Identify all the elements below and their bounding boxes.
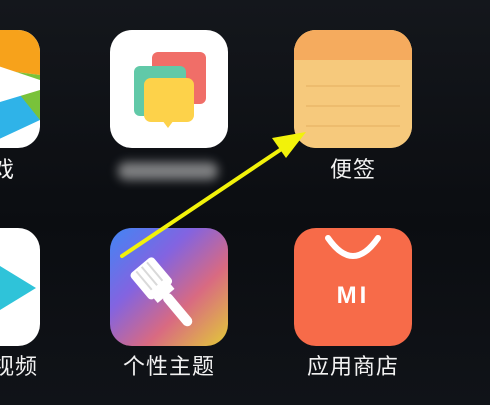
home-screen: 戏 便签 视频 个性主题 MI 应用商店 bbox=[0, 0, 490, 405]
annotation-arrow bbox=[120, 132, 306, 258]
